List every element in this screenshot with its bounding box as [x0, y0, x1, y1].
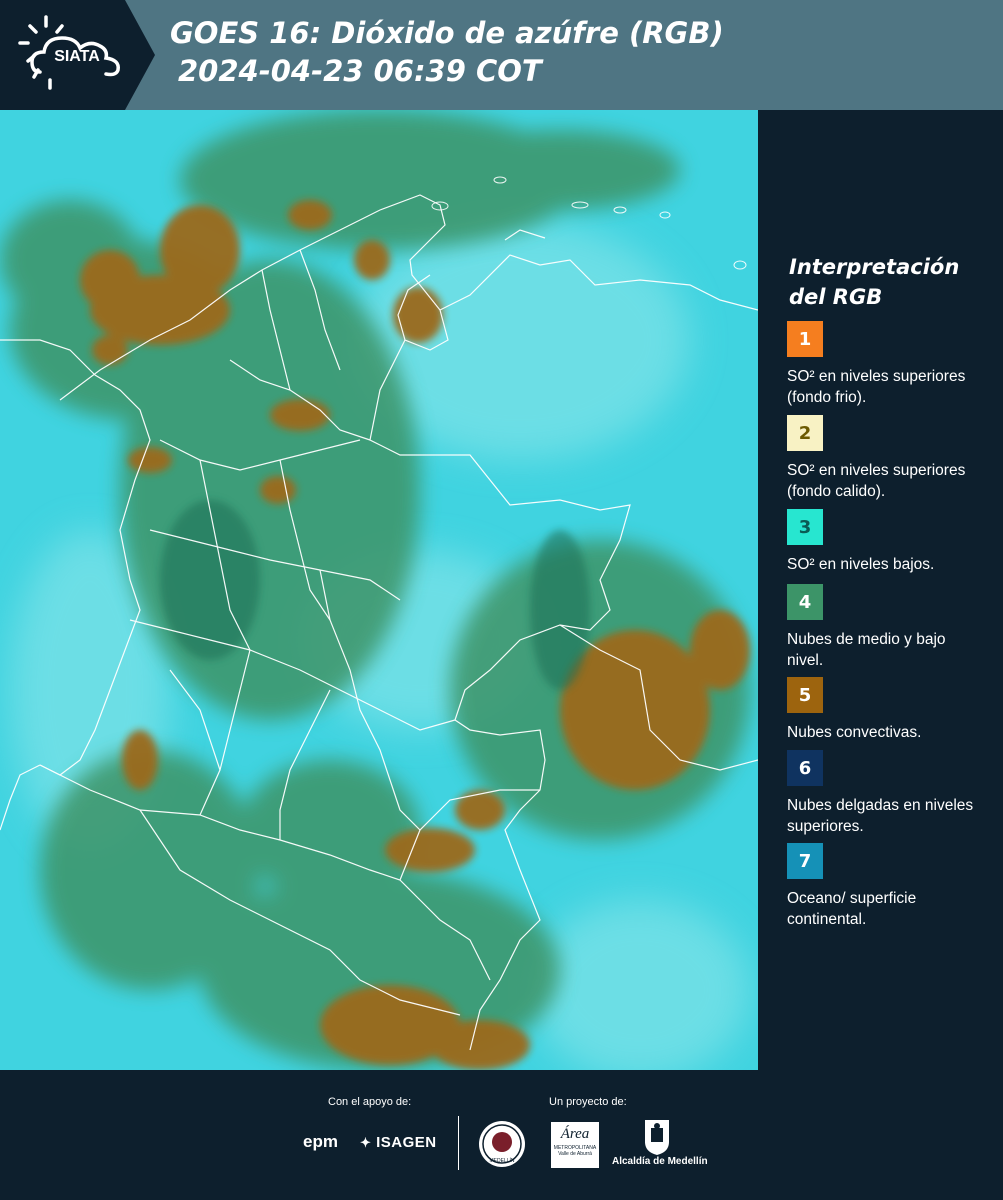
siata-logo[interactable]: SIATA: [0, 0, 155, 110]
legend-text-1: SO² en niveles superiores (fondo frio).: [787, 368, 966, 406]
legend-item-3: 3 SO² en niveles bajos.: [787, 509, 977, 575]
alcaldia-shield-icon[interactable]: [643, 1118, 671, 1156]
legend-title-line1: Interpretación: [789, 255, 960, 279]
isagen-logo[interactable]: ✦ ISAGEN: [360, 1134, 437, 1151]
satellite-map[interactable]: [0, 110, 758, 1070]
siata-logo-shape: SIATA: [0, 0, 155, 110]
isagen-text: ISAGEN: [376, 1134, 437, 1151]
legend-swatch-1: 1: [787, 321, 823, 357]
legend-swatch-7: 7: [787, 843, 823, 879]
legend-item-7: 7 Oceano/ superficie continental.: [787, 843, 977, 930]
epm-logo[interactable]: epm: [303, 1132, 338, 1152]
legend-panel: Interpretación del RGB 1 SO² en niveles …: [758, 110, 1003, 1070]
siata-logo-text: SIATA: [54, 48, 100, 65]
legend-text-2: SO² en niveles superiores (fondo calido)…: [787, 462, 966, 500]
legend-title: Interpretación del RGB: [789, 252, 989, 312]
legend-text-3: SO² en niveles bajos.: [787, 556, 935, 573]
area-logo-sub2: Valle de Aburrá: [558, 1151, 592, 1157]
timestamp: 2024-04-23 06:39 COT: [178, 54, 542, 88]
legend-text-4: Nubes de medio y bajo nivel.: [787, 631, 946, 669]
medellin-seal-icon[interactable]: MEDELLÍN: [478, 1120, 526, 1168]
legend-item-5: 5 Nubes convectivas.: [787, 677, 977, 743]
seal-text: MEDELLÍN: [489, 1157, 514, 1164]
legend-text-6: Nubes delgadas en niveles superiores.: [787, 797, 974, 835]
area-metropolitana-logo[interactable]: Área METROPOLITANA Valle de Aburrá: [551, 1122, 599, 1168]
project-label: Un proyecto de:: [549, 1096, 627, 1108]
legend-text-5: Nubes convectivas.: [787, 724, 922, 741]
footer: Con el apoyo de: Un proyecto de: epm ✦ I…: [0, 1070, 1003, 1200]
page-title: GOES 16: Dióxido de azúfre (RGB): [170, 16, 724, 50]
legend-item-6: 6 Nubes delgadas en niveles superiores.: [787, 750, 977, 837]
header-bar: SIATA GOES 16: Dióxido de azúfre (RGB) 2…: [0, 0, 1003, 110]
legend-swatch-5: 5: [787, 677, 823, 713]
footer-divider: [458, 1116, 459, 1170]
legend-title-line2: del RGB: [789, 285, 883, 309]
legend-swatch-2: 2: [787, 415, 823, 451]
legend-swatch-4: 4: [787, 584, 823, 620]
legend-item-2: 2 SO² en niveles superiores (fondo calid…: [787, 415, 977, 502]
alcaldia-label: Alcaldía de Medellín: [612, 1156, 708, 1167]
support-label: Con el apoyo de:: [328, 1096, 412, 1108]
legend-swatch-3: 3: [787, 509, 823, 545]
legend-item-4: 4 Nubes de medio y bajo nivel.: [787, 584, 977, 671]
legend-item-1: 1 SO² en niveles superiores (fondo frio)…: [787, 321, 977, 408]
legend-text-7: Oceano/ superficie continental.: [787, 890, 917, 928]
area-logo-text: Área: [560, 1126, 590, 1142]
satellite-image: [0, 110, 758, 1070]
legend-swatch-6: 6: [787, 750, 823, 786]
isagen-mark-icon: ✦: [360, 1135, 372, 1150]
